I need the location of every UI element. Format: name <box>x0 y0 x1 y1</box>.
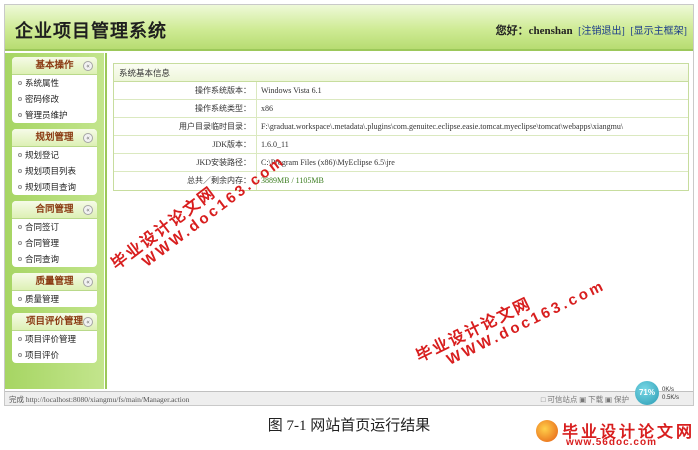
sidebar-item-contract-query[interactable]: 合同查询 <box>12 251 97 267</box>
menu-group-planning: 规划管理 « 规划登记 规划项目列表 规划项目查询 <box>12 129 97 195</box>
sidebar-item-contract-manage[interactable]: 合同管理 <box>12 235 97 251</box>
panel-title: 系统基本信息 <box>114 64 688 82</box>
info-label: 操作系统版本： <box>114 82 257 99</box>
menu-group-title: 项目评价管理 <box>25 317 83 327</box>
network-gauge[interactable]: 71% <box>635 381 659 405</box>
bullet-icon <box>18 185 22 189</box>
info-row: 用户目录临时目录： F:\graduat.workspace\.metadata… <box>114 118 688 136</box>
sidebar: 基本操作 « 系统属性 密码修改 管理员维护 规划管理 « 规划登记 规划项目列… <box>5 53 104 389</box>
bullet-icon <box>18 81 22 85</box>
menu-group-title: 质量管理 <box>35 277 74 287</box>
status-zone: □ 可信站点 ▣ 下载 ▣ 保护 <box>540 395 629 404</box>
sidebar-item-label: 规划登记 <box>25 150 60 160</box>
sidebar-item-change-password[interactable]: 密码修改 <box>12 91 97 107</box>
user-greeting: 您好：chenshan <box>495 25 573 37</box>
bullet-icon <box>18 353 22 357</box>
sidebar-item-label: 规划项目列表 <box>25 166 77 176</box>
sidebar-item-label: 管理员维护 <box>25 110 68 120</box>
sidebar-item-label: 项目评价管理 <box>25 334 77 344</box>
sidebar-item-label: 合同管理 <box>25 238 60 248</box>
bullet-icon <box>18 113 22 117</box>
show-main-frame-link[interactable]: [显示主框架] <box>630 26 687 37</box>
upload-speed: 0K/s <box>662 387 675 393</box>
user-area: 您好：chenshan [注销退出] [显示主框架] <box>496 22 687 38</box>
sidebar-item-evaluation-manage[interactable]: 项目评价管理 <box>12 331 97 347</box>
menu-group-title: 规划管理 <box>35 133 74 143</box>
logo-url: www.56doc.com <box>566 437 657 448</box>
menu-group-title: 基本操作 <box>35 61 74 71</box>
sidebar-item-label: 密码修改 <box>25 94 60 104</box>
menu-group-quality: 质量管理 « 质量管理 <box>12 273 97 307</box>
sidebar-item-plan-register[interactable]: 规划登记 <box>12 147 97 163</box>
browser-screenshot: 企业项目管理系统 您好：chenshan [注销退出] [显示主框架] 基本操作… <box>4 4 694 406</box>
memory-value: 3889MB / 1105MB <box>261 176 324 185</box>
bullet-icon <box>18 257 22 261</box>
browser-status-bar: 完成 http://localhost:8080/xiangmu/fs/main… <box>5 391 693 405</box>
sidebar-item-label: 合同查询 <box>25 254 60 264</box>
logout-link[interactable]: [注销退出] <box>578 26 625 37</box>
menu-group-title: 合同管理 <box>35 205 74 215</box>
collapse-icon[interactable]: « <box>83 205 93 215</box>
site-logo: 毕业设计论文网 www.56doc.com <box>530 418 698 450</box>
bullet-icon <box>18 169 22 173</box>
sidebar-item-contract-sign[interactable]: 合同签订 <box>12 219 97 235</box>
logo-icon <box>536 420 558 442</box>
collapse-icon[interactable]: « <box>83 133 93 143</box>
menu-group-header[interactable]: 项目评价管理 « <box>12 313 97 331</box>
info-label: 操作系统类型： <box>114 100 257 117</box>
collapse-icon[interactable]: « <box>83 277 93 287</box>
bullet-icon <box>18 297 22 301</box>
info-value: Windows Vista 6.1 <box>261 86 322 95</box>
sidebar-item-plan-query[interactable]: 规划项目查询 <box>12 179 97 195</box>
menu-group-header[interactable]: 合同管理 « <box>12 201 97 219</box>
info-value: x86 <box>261 104 273 113</box>
status-text: 完成 http://localhost:8080/xiangmu/fs/main… <box>9 395 190 404</box>
sidebar-item-label: 系统属性 <box>25 78 60 88</box>
system-info-panel: 系统基本信息 操作系统版本： Windows Vista 6.1 操作系统类型：… <box>113 63 689 191</box>
bullet-icon <box>18 337 22 341</box>
bullet-icon <box>18 153 22 157</box>
sidebar-item-label: 合同签订 <box>25 222 60 232</box>
bullet-icon <box>18 241 22 245</box>
menu-group-contract: 合同管理 « 合同签订 合同管理 合同查询 <box>12 201 97 267</box>
menu-group-evaluation: 项目评价管理 « 项目评价管理 项目评价 <box>12 313 97 363</box>
info-value: F:\graduat.workspace\.metadata\.plugins\… <box>261 122 624 131</box>
menu-group-header[interactable]: 基本操作 « <box>12 57 97 75</box>
app-title: 企业项目管理系统 <box>15 21 167 41</box>
info-label: JDK版本： <box>114 136 257 153</box>
info-label: 总共／剩余内存： <box>114 172 257 190</box>
sidebar-item-label: 规划项目查询 <box>25 182 77 192</box>
sidebar-item-quality-manage[interactable]: 质量管理 <box>12 291 97 307</box>
sidebar-item-label: 项目评价 <box>25 350 60 360</box>
menu-group-header[interactable]: 质量管理 « <box>12 273 97 291</box>
collapse-icon[interactable]: « <box>83 61 93 71</box>
info-row: 总共／剩余内存： 3889MB / 1105MB <box>114 172 688 190</box>
info-row: JKD安装路径： C:\Program Files (x86)\MyEclips… <box>114 154 688 172</box>
info-label: 用户目录临时目录： <box>114 118 257 135</box>
sidebar-item-evaluation[interactable]: 项目评价 <box>12 347 97 363</box>
info-label: JKD安装路径： <box>114 154 257 171</box>
network-speeds: 0K/s 0.5K/s <box>662 386 679 402</box>
info-row: JDK版本： 1.6.0_11 <box>114 136 688 154</box>
main-content: 系统基本信息 操作系统版本： Windows Vista 6.1 操作系统类型：… <box>105 53 693 389</box>
bullet-icon <box>18 97 22 101</box>
sidebar-item-label: 质量管理 <box>25 294 60 304</box>
sidebar-item-system-properties[interactable]: 系统属性 <box>12 75 97 91</box>
bullet-icon <box>18 225 22 229</box>
menu-group-header[interactable]: 规划管理 « <box>12 129 97 147</box>
info-value: 1.6.0_11 <box>261 140 289 149</box>
info-value: C:\Program Files (x86)\MyEclipse 6.5\jre <box>261 158 395 167</box>
download-speed: 0.5K/s <box>662 395 680 401</box>
info-row: 操作系统类型： x86 <box>114 100 688 118</box>
info-row: 操作系统版本： Windows Vista 6.1 <box>114 82 688 100</box>
collapse-icon[interactable]: « <box>83 317 93 327</box>
sidebar-item-plan-list[interactable]: 规划项目列表 <box>12 163 97 179</box>
app-header: 企业项目管理系统 您好：chenshan [注销退出] [显示主框架] <box>5 5 693 51</box>
menu-group-basic: 基本操作 « 系统属性 密码修改 管理员维护 <box>12 57 97 123</box>
sidebar-item-admin-maintenance[interactable]: 管理员维护 <box>12 107 97 123</box>
